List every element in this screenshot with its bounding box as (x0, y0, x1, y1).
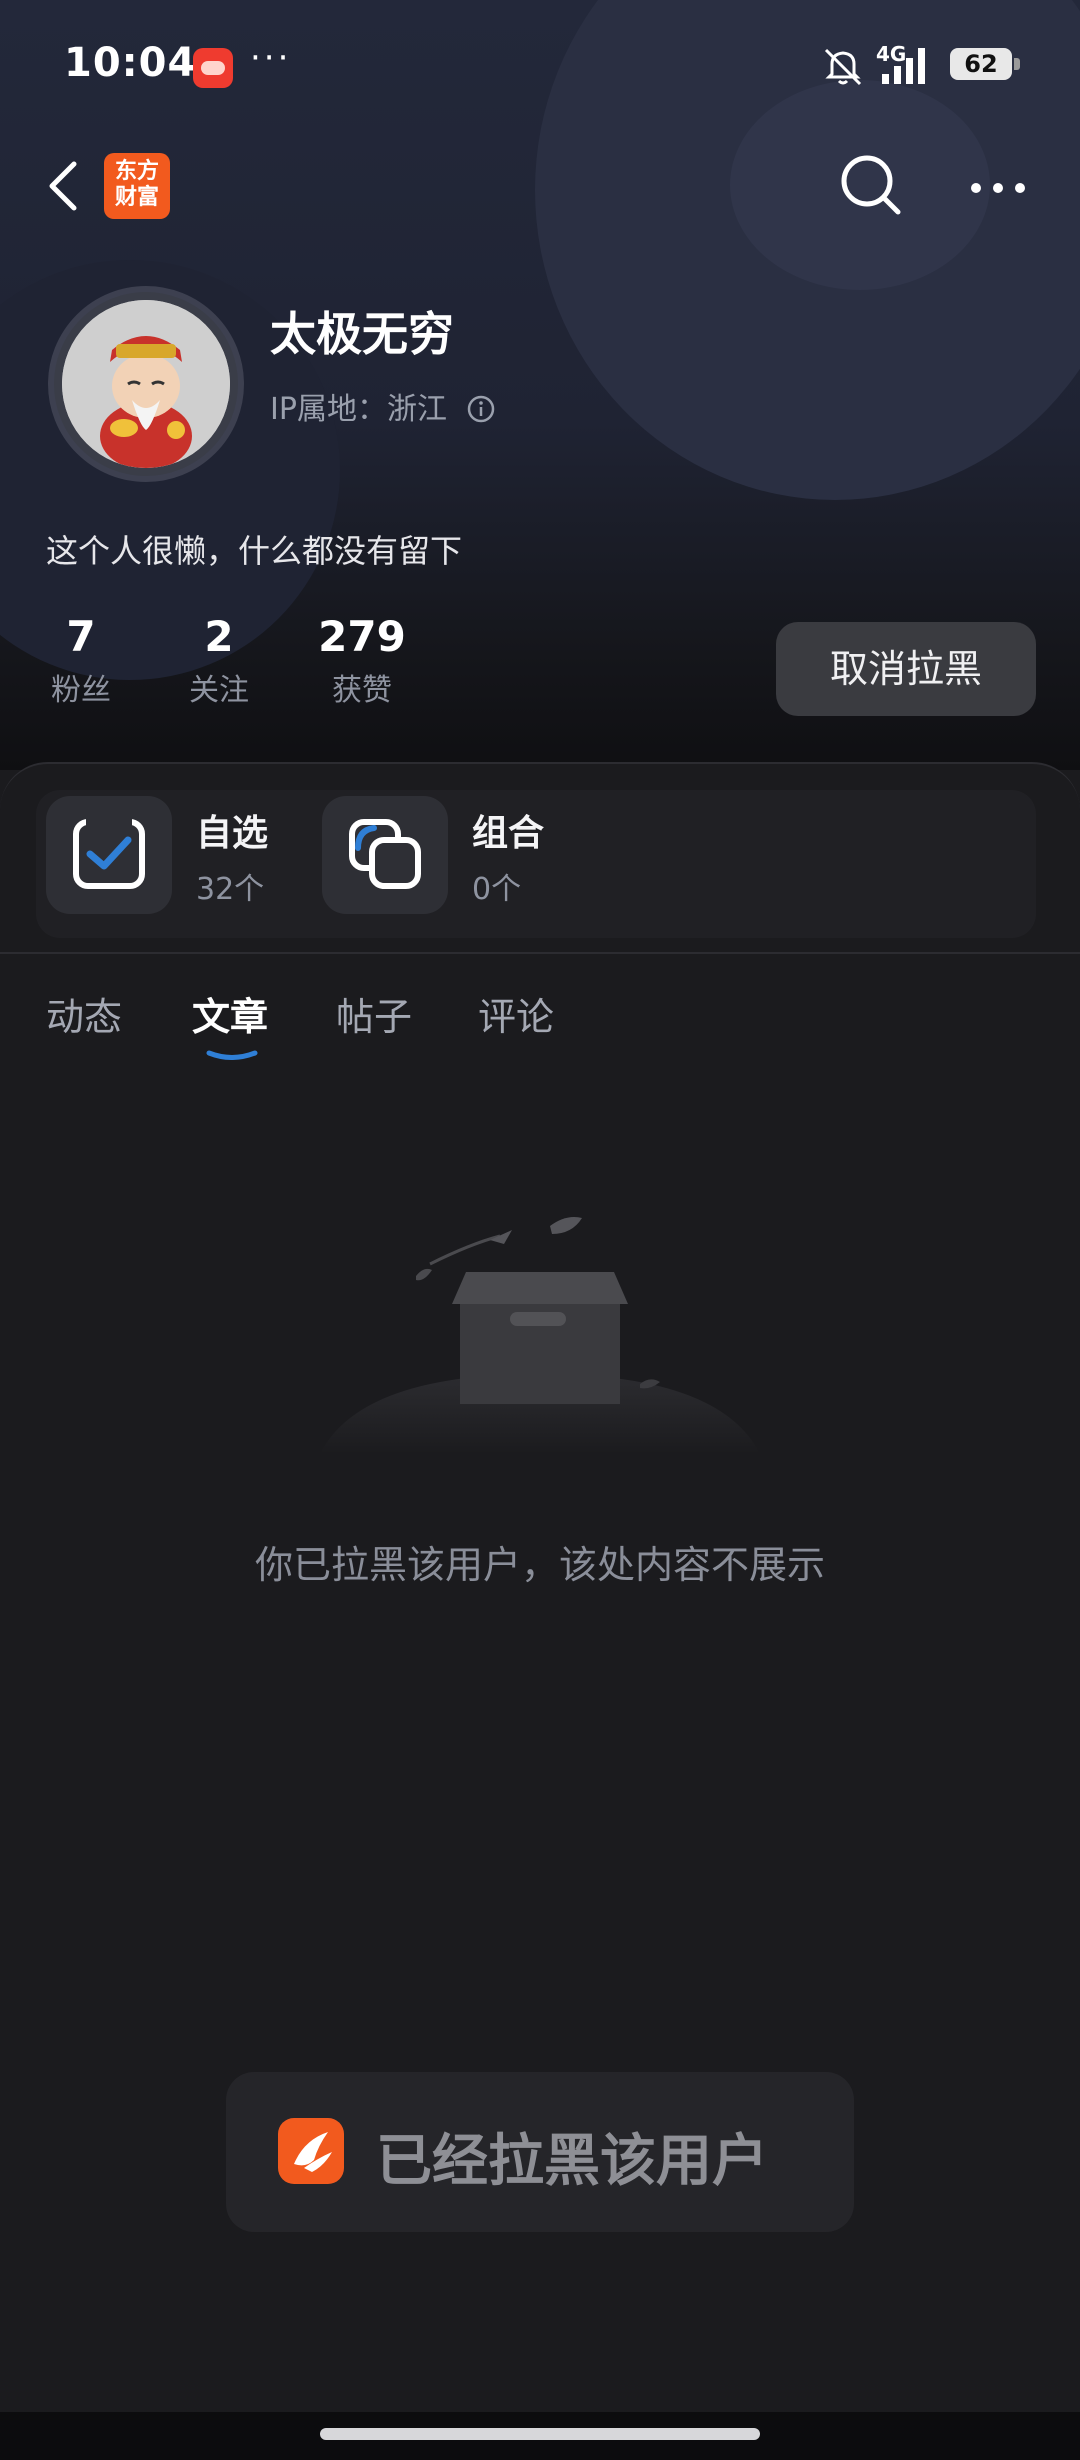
stat-likes[interactable]: 279 获赞 (318, 612, 406, 709)
status-right-icons: 4G 62 (820, 40, 1080, 90)
status-bar: 10:04 ··· 4G 62 (0, 0, 1080, 140)
toast-logo-mark-icon (294, 2132, 332, 2172)
active-tab-indicator (206, 1050, 258, 1060)
empty-box-illustration (320, 1217, 760, 1454)
stat-followers[interactable]: 7 粉丝 (46, 612, 116, 709)
watchlist-check-icon (73, 818, 145, 889)
tab-activity[interactable]: 动态 (46, 986, 122, 1041)
watchlist-entry[interactable] (46, 796, 172, 914)
following-label: 关注 (189, 673, 249, 708)
empty-state-message: 你已拉黑该用户，该处内容不展示 (254, 1543, 825, 1587)
likes-label: 获赞 (332, 673, 392, 708)
home-indicator[interactable] (320, 2428, 760, 2440)
profile-bio: 这个人很懒，什么都没有留下 (46, 532, 463, 570)
info-icon[interactable] (467, 395, 495, 423)
status-more-notifications: ··· (250, 38, 292, 78)
followers-label: 粉丝 (51, 673, 111, 708)
blocked-toast: 已经拉黑该用户 (226, 2072, 854, 2232)
tab-posts[interactable]: 帖子 (336, 986, 412, 1041)
brand-logo-line1: 东方 (114, 159, 159, 184)
more-options-icon[interactable] (968, 168, 1028, 208)
avatar[interactable] (48, 286, 244, 482)
ip-location-text: IP属地：浙江 (270, 392, 447, 427)
brand-logo-line2: 财富 (114, 185, 159, 210)
eastmoney-app-icon (278, 2118, 344, 2184)
notification-app-icon (193, 48, 233, 88)
portfolio-icon (349, 819, 421, 889)
signal-strength-icon (882, 48, 925, 84)
eastmoney-logo: 东方 财富 (104, 153, 170, 219)
section-divider (0, 952, 1080, 954)
portfolio-title[interactable]: 组合 (472, 804, 544, 856)
followers-count: 7 (66, 612, 96, 661)
tab-comments[interactable]: 评论 (478, 986, 554, 1041)
following-count: 2 (204, 612, 234, 661)
avatar-image (62, 300, 230, 468)
battery-indicator: 62 (950, 48, 1020, 80)
tab-articles[interactable]: 文章 (192, 986, 268, 1041)
content-card: 自选 32个 组合 0个 动态 文章 帖子 评论 你已拉黑该用户，该处内容不展示… (0, 762, 1080, 2460)
caishen-avatar-icon (62, 300, 230, 468)
status-time: 10:04 (64, 40, 197, 86)
mute-bell-icon (824, 48, 862, 86)
back-arrow-icon[interactable] (44, 158, 84, 214)
ip-location: IP属地：浙江 (270, 384, 495, 428)
unblock-button[interactable]: 取消拉黑 (776, 622, 1036, 716)
profile-screen: 10:04 ··· 4G 62 东方 财富 太极无穷 IP属地：浙江 这个人很懒… (0, 0, 1080, 2460)
portfolio-entry[interactable] (322, 796, 448, 914)
portfolio-count: 0个 (472, 872, 522, 907)
stat-following[interactable]: 2 关注 (184, 612, 254, 709)
search-icon[interactable] (838, 152, 904, 218)
toast-message: 已经拉黑该用户 (376, 2129, 768, 2194)
profile-username: 太极无穷 (270, 307, 454, 361)
watchlist-title[interactable]: 自选 (196, 804, 268, 856)
watchlist-count: 32个 (196, 872, 265, 907)
likes-count: 279 (318, 612, 406, 661)
